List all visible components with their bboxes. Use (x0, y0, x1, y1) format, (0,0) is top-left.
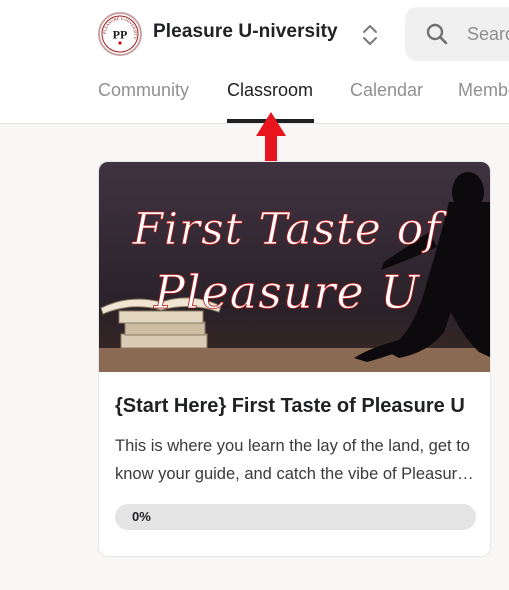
logo-monogram: PP (113, 28, 128, 42)
group-switcher-button[interactable] (359, 22, 381, 48)
tab-community[interactable]: Community (98, 80, 189, 101)
course-cover-image: First Taste of Pleasure U (99, 162, 490, 372)
course-title: {Start Here} First Taste of Pleasure U (115, 395, 465, 417)
search-box[interactable] (405, 7, 509, 61)
top-bar: PLEASURE U-NIVERSITY PP Pleasure U-niver… (0, 0, 509, 124)
logo-emblem: PLEASURE U-NIVERSITY PP (101, 15, 139, 53)
svg-text:First Taste of: First Taste of (131, 204, 447, 255)
group-logo[interactable]: PLEASURE U-NIVERSITY PP (98, 12, 142, 56)
svg-text:Pleasure U: Pleasure U (153, 265, 421, 319)
progress-label: 0% (132, 509, 151, 524)
course-description: This is where you learn the lay of the l… (115, 437, 470, 483)
tab-classroom[interactable]: Classroom (227, 80, 313, 101)
tab-calendar[interactable]: Calendar (350, 80, 423, 101)
tab-members[interactable]: Members (458, 80, 509, 101)
course-progress-bar: 0% (115, 504, 476, 530)
course-card[interactable]: First Taste of Pleasure U {Start Here} F… (98, 161, 491, 557)
group-name[interactable]: Pleasure U-niversity (153, 21, 338, 43)
search-input[interactable] (467, 21, 509, 47)
chevron-up-down-icon (363, 25, 377, 45)
search-icon (426, 23, 448, 45)
